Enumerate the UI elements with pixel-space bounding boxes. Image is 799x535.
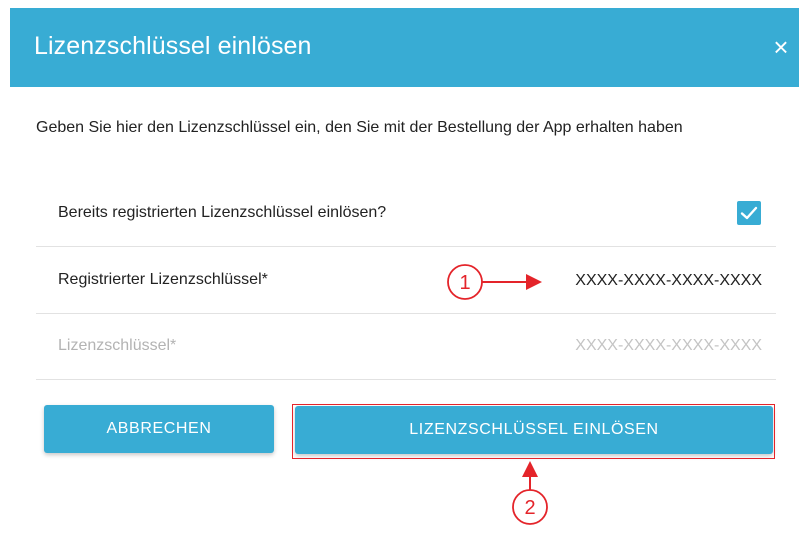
annotation-label-1: 1	[459, 272, 471, 294]
annotation-label-2: 2	[524, 497, 536, 519]
annotation-overlay	[447, 264, 548, 525]
